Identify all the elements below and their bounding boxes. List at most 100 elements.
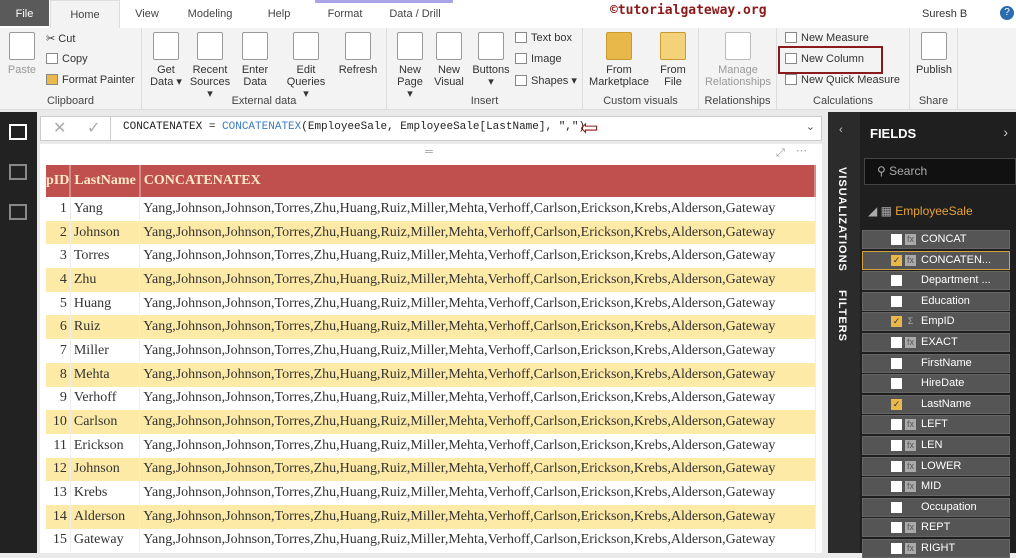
table-row[interactable]: 14 Alderson Yang,Johnson,Johnson,Torres,Zh… [46, 504, 816, 529]
image-button[interactable]: Image [515, 53, 562, 65]
chevron-down-icon[interactable]: ⌄ [806, 120, 815, 133]
formula-bar[interactable]: ✕ ✓ CONCATENATEX = CONCATENATEX(EmployeeS… [40, 116, 822, 141]
field-item[interactable]: HireDate [862, 374, 1010, 394]
field-checkbox[interactable] [891, 440, 902, 451]
field-item[interactable]: FirstName [862, 353, 1010, 373]
data-view-icon[interactable] [9, 164, 27, 180]
field-checkbox[interactable] [891, 234, 902, 245]
table-node-employeesale[interactable]: ◢ ▦ EmployeeSale [868, 204, 973, 218]
table-row[interactable]: 4 Zhu Yang,Johnson,Johnson,Torres,Zhu,Huan… [46, 268, 816, 292]
refresh-button[interactable]: Refresh [338, 32, 378, 76]
drag-handle-icon[interactable]: ═ [425, 146, 433, 158]
field-checkbox[interactable] [891, 295, 902, 307]
focus-mode-icon[interactable]: ⤢ [776, 147, 785, 160]
field-item[interactable]: Department ... [862, 271, 1010, 291]
tab-file[interactable]: File [0, 0, 49, 26]
field-checkbox[interactable] [891, 501, 902, 513]
more-options-icon[interactable]: ⋯ [796, 144, 807, 157]
field-item[interactable]: fx LEFT [862, 415, 1010, 435]
table-row[interactable]: 12 Johnson Yang,Johnson,Johnson,Torres,Zhu… [46, 457, 816, 482]
table-row[interactable]: 6 Ruiz Yang,Johnson,Johnson,Torres,Zhu,Hua… [46, 315, 816, 340]
manage-relationships-button[interactable]: Manage Relationships [701, 32, 775, 88]
formula-text[interactable]: CONCATENATEX = CONCATENATEX(EmployeeSale… [123, 121, 585, 133]
from-file-button[interactable]: From File [655, 32, 691, 88]
field-checkbox[interactable]: ✓ [891, 316, 902, 328]
field-checkbox[interactable]: ✓ [891, 254, 902, 266]
calculated-column-icon: fx [905, 254, 916, 266]
enter-data-button[interactable]: Enter Data [238, 32, 272, 88]
field-checkbox[interactable] [891, 378, 902, 390]
field-checkbox[interactable] [891, 481, 902, 493]
chevron-right-icon[interactable]: › [1003, 124, 1008, 140]
publish-button[interactable]: Publish [914, 32, 954, 76]
table-row[interactable]: 2 Johnson Yang,Johnson,Johnson,Torres,Zhu,… [46, 220, 816, 245]
field-item[interactable]: ✓ LastName [862, 394, 1010, 414]
field-item[interactable]: fx REPT [862, 518, 1010, 538]
table-row[interactable]: 1 Yang Yang,Johnson,Johnson,Torres,Zhu,Hua… [46, 197, 816, 221]
table-row[interactable]: 10 Carlson Yang,Johnson,Johnson,Torres,Zhu… [46, 410, 816, 434]
shapes-button[interactable]: Shapes ▾ [515, 74, 577, 87]
column-header-empid[interactable]: pID [46, 165, 72, 197]
tab-data-drill[interactable]: Data / Drill [380, 0, 450, 26]
field-checkbox[interactable] [891, 460, 902, 472]
new-quick-measure-button[interactable]: New Quick Measure [785, 74, 900, 86]
relationship-view-icon[interactable] [9, 204, 27, 220]
field-item[interactable]: fx LOWER [862, 456, 1010, 476]
field-item[interactable]: fx EXACT [862, 333, 1010, 352]
buttons-button[interactable]: Buttons ▾ [469, 32, 513, 88]
field-item[interactable]: ✓ fx CONCATEN... [862, 250, 1010, 270]
table-row[interactable]: 15 Gateway Yang,Johnson,Johnson,Torres,Zhu… [46, 528, 816, 553]
field-item[interactable]: fx RIGHT [862, 539, 1010, 558]
get-data-button[interactable]: Get Data ▾ [148, 32, 184, 88]
column-header-concatenatex[interactable]: CONCATENATEX [139, 165, 817, 197]
tab-format[interactable]: Format [318, 0, 372, 26]
field-item[interactable]: fx LEN [862, 436, 1010, 455]
commit-icon[interactable]: ✓ [87, 117, 100, 140]
field-item[interactable]: fx CONCAT [862, 230, 1010, 249]
field-checkbox[interactable] [891, 275, 902, 287]
field-checkbox[interactable] [891, 522, 902, 534]
chevron-left-icon[interactable]: ‹ [839, 124, 843, 136]
copy-button[interactable]: Copy [46, 53, 88, 65]
field-item[interactable]: Occupation [862, 497, 1010, 517]
report-view-icon[interactable] [9, 124, 27, 140]
new-measure-button[interactable]: New Measure [785, 32, 869, 44]
collapsed-panes: ‹ VISUALIZATIONS FILTERS [828, 112, 860, 553]
tab-home[interactable]: Home [50, 0, 120, 28]
field-checkbox[interactable] [891, 419, 902, 431]
table-row[interactable]: 13 Krebs Yang,Johnson,Johnson,Torres,Zhu,H… [46, 481, 816, 505]
edit-queries-button[interactable]: Edit Queries ▾ [284, 32, 328, 100]
column-header-lastname[interactable]: LastName [70, 165, 141, 197]
tab-help[interactable]: Help [262, 0, 296, 26]
tab-view[interactable]: View [130, 0, 164, 26]
field-item[interactable]: fx MID [862, 477, 1010, 497]
field-checkbox[interactable]: ✓ [891, 398, 902, 410]
new-visual-button[interactable]: New Visual [431, 32, 467, 88]
field-checkbox[interactable] [891, 543, 902, 554]
text-box-button[interactable]: Text box [515, 32, 572, 44]
table-row[interactable]: 3 Torres Yang,Johnson,Johnson,Torres,Zhu,H… [46, 244, 816, 269]
cut-button[interactable]: ✂ Cut [46, 32, 75, 45]
table-row[interactable]: 9 Verhoff Yang,Johnson,Johnson,Torres,Zhu,… [46, 386, 816, 411]
fields-search-input[interactable]: ⚲ Search [864, 158, 1016, 185]
user-name[interactable]: Suresh B [922, 8, 967, 20]
filters-pane-tab[interactable]: FILTERS [836, 290, 848, 342]
help-icon[interactable]: ? [1000, 6, 1014, 20]
table-row[interactable]: 7 Miller Yang,Johnson,Johnson,Torres,Zhu,H… [46, 339, 816, 363]
cell-empid: 3 [46, 244, 71, 269]
table-row[interactable]: 8 Mehta Yang,Johnson,Johnson,Torres,Zhu,Hu… [46, 362, 816, 387]
visualizations-pane-tab[interactable]: VISUALIZATIONS [836, 167, 848, 272]
from-marketplace-button[interactable]: From Marketplace [587, 32, 651, 88]
table-row[interactable]: 5 Huang Yang,Johnson,Johnson,Torres,Zhu,Hu… [46, 291, 816, 316]
field-item[interactable]: ✓ Σ EmpID [862, 312, 1010, 332]
field-checkbox[interactable] [891, 337, 902, 348]
field-checkbox[interactable] [891, 357, 902, 369]
recent-sources-button[interactable]: Recent Sources ▾ [188, 32, 232, 100]
paste-button[interactable]: Paste [6, 32, 38, 76]
table-row[interactable]: 11 Erickson Yang,Johnson,Johnson,Torres,Zh… [46, 433, 816, 458]
new-page-button[interactable]: New Page ▾ [393, 32, 427, 100]
field-item[interactable]: Education [862, 291, 1010, 311]
tab-modeling[interactable]: Modeling [180, 0, 240, 26]
format-painter-button[interactable]: Format Painter [46, 74, 135, 86]
cancel-icon[interactable]: ✕ [53, 117, 66, 140]
